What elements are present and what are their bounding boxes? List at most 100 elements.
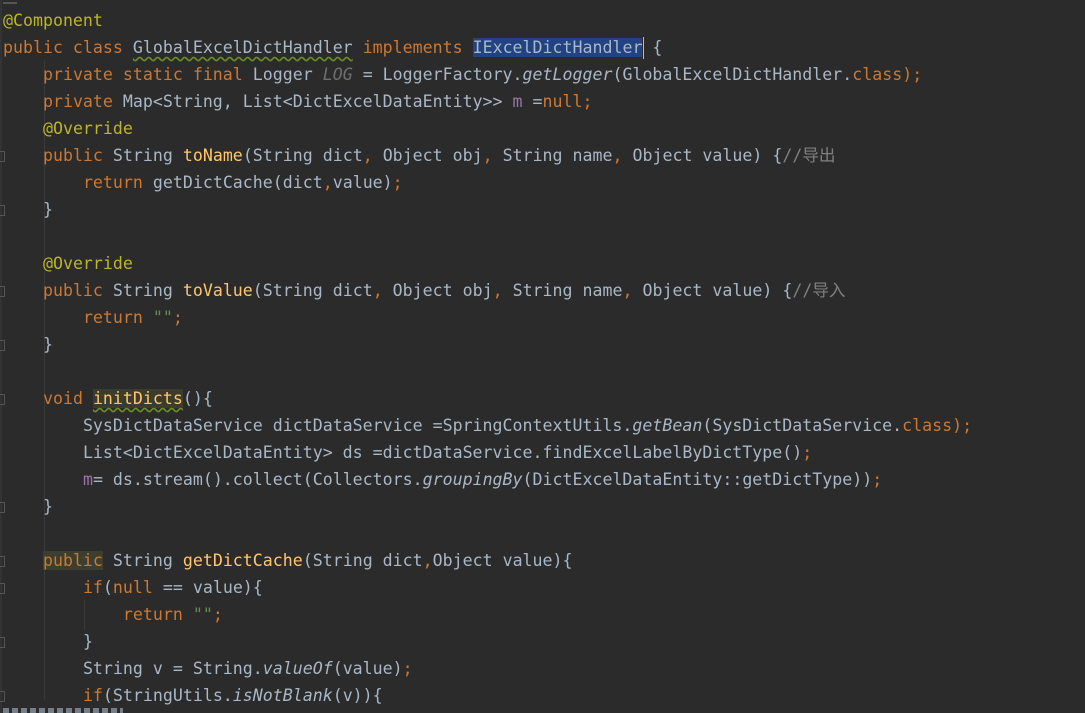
keyword: class <box>902 416 953 435</box>
code-text: = ds.stream().collect(Collectors. <box>92 470 423 489</box>
code-line-return-empty[interactable]: return ""; <box>3 304 183 331</box>
keyword: implements <box>362 38 463 57</box>
string-literal: "" <box>192 605 213 624</box>
punctuation: , <box>362 146 373 165</box>
method-name: toValue <box>182 281 253 300</box>
params: Object value) { <box>632 281 793 300</box>
annotation: @Override <box>42 254 133 273</box>
punctuation: ; <box>802 443 813 462</box>
code-text: String v = String. <box>82 659 263 678</box>
code-text: = <box>522 92 543 111</box>
brace: } <box>42 335 53 354</box>
punctuation: , <box>482 146 493 165</box>
code-text: (GlobalExcelDictHandler. <box>612 65 853 84</box>
params: String name <box>492 146 613 165</box>
punctuation: , <box>622 281 633 300</box>
code-line-if-notblank[interactable]: if(StringUtils.isNotBlank(v)){ <box>3 682 383 709</box>
code-line-find-labels[interactable]: List<DictExcelDataEntity> ds =dictDataSe… <box>3 439 812 466</box>
punctuation: ); <box>952 416 973 435</box>
code-text: == value){ <box>152 578 263 597</box>
code-text: (DictExcelDataEntity::getDictType)) <box>522 470 873 489</box>
code-line-toname-signature[interactable]: public String toName(String dict, Object… <box>3 142 836 169</box>
code-line-getbean[interactable]: SysDictDataService dictDataService =Spri… <box>3 412 972 439</box>
code-line-string-valueof[interactable]: String v = String.valueOf(value); <box>3 655 413 682</box>
text-caret <box>643 37 644 59</box>
code-line-override[interactable]: @Override <box>3 115 133 142</box>
code-line-tovalue-signature[interactable]: public String toValue(String dict, Objec… <box>3 277 846 304</box>
code-text: (v)){ <box>332 686 383 705</box>
keyword: return <box>82 173 143 192</box>
brace: } <box>82 632 93 651</box>
punctuation: ; <box>872 470 883 489</box>
punctuation: ; <box>172 308 183 327</box>
code-text: (SysDictDataService. <box>702 416 903 435</box>
code-line-override[interactable]: @Override <box>3 250 133 277</box>
code-text: value) <box>332 173 393 192</box>
punctuation: , <box>422 551 433 570</box>
punctuation: , <box>372 281 383 300</box>
code-line-grouping[interactable]: m= ds.stream().collect(Collectors.groupi… <box>3 466 882 493</box>
previous-line-fragment <box>3 0 17 4</box>
punctuation: , <box>612 146 623 165</box>
type: Logger <box>242 65 323 84</box>
code-line-initdicts-signature[interactable]: void initDicts(){ <box>3 385 213 412</box>
keyword: null <box>112 578 153 597</box>
params: (String dict <box>252 281 373 300</box>
code-line-logger-field[interactable]: private static final Logger LOG = Logger… <box>3 61 922 88</box>
keyword: private <box>42 92 113 111</box>
code-line-close-brace[interactable]: } <box>3 331 53 358</box>
annotation: @Component <box>3 11 103 30</box>
code-line-annotation-component[interactable]: @Component <box>3 7 103 34</box>
code-line-getdictcache-signature[interactable]: public String getDictCache(String dict,O… <box>3 547 573 574</box>
code-line-close-brace[interactable]: } <box>3 628 93 655</box>
method-name: initDicts <box>92 389 183 408</box>
params: (String dict <box>242 146 363 165</box>
class-name: GlobalExcelDictHandler <box>132 38 353 57</box>
code-text: getDictCache(dict <box>142 173 323 192</box>
keyword: return <box>122 605 183 624</box>
type: String <box>102 146 183 165</box>
params: (String dict <box>302 551 423 570</box>
params: Object obj <box>382 281 493 300</box>
static-field: LOG <box>322 65 353 84</box>
code-text: (){ <box>182 389 213 408</box>
punctuation: , <box>492 281 503 300</box>
punctuation: ); <box>902 65 923 84</box>
params: String name <box>502 281 623 300</box>
code-line-close-brace[interactable]: } <box>3 196 53 223</box>
field: m <box>512 92 523 111</box>
static-method-call: isNotBlank <box>232 686 333 705</box>
code-line-class-declaration[interactable]: public class GlobalExcelDictHandler impl… <box>3 34 662 61</box>
code-text: List<DictExcelDataEntity> ds =dictDataSe… <box>82 443 803 462</box>
comment: //导入 <box>792 281 846 300</box>
field: m <box>82 470 93 489</box>
brace: { <box>642 38 663 57</box>
type: Map<String, List<DictExcelDataEntity>> <box>112 92 513 111</box>
keyword: public <box>42 281 103 300</box>
code-text: SysDictDataService dictDataService =Spri… <box>82 416 633 435</box>
annotation: @Override <box>42 119 133 138</box>
static-method-call: groupingBy <box>422 470 523 489</box>
keyword: return <box>82 308 143 327</box>
code-line-if-null[interactable]: if(null == value){ <box>3 574 263 601</box>
code-line-map-field[interactable]: private Map<String, List<DictExcelDataEn… <box>3 88 593 115</box>
static-method-call: valueOf <box>262 659 333 678</box>
static-method-call: getLogger <box>522 65 613 84</box>
params: Object value){ <box>432 551 573 570</box>
punctuation: ; <box>582 92 593 111</box>
code-line-return-empty[interactable]: return ""; <box>3 601 223 628</box>
keyword: if <box>82 686 103 705</box>
keyword: if <box>82 578 103 597</box>
static-method-call: getBean <box>632 416 703 435</box>
code-text: (value) <box>332 659 403 678</box>
selected-identifier[interactable]: IExcelDictHandler <box>472 38 643 57</box>
code-editor[interactable]: @Component public class GlobalExcelDictH… <box>0 0 1085 713</box>
code-text: (StringUtils. <box>102 686 233 705</box>
type: String <box>102 281 183 300</box>
keyword: void <box>42 389 83 408</box>
punctuation: ; <box>402 659 413 678</box>
code-line-return-getdictcache[interactable]: return getDictCache(dict,value); <box>3 169 403 196</box>
code-line-close-brace[interactable]: } <box>3 493 53 520</box>
punctuation: , <box>322 173 333 192</box>
keyword: class <box>852 65 903 84</box>
